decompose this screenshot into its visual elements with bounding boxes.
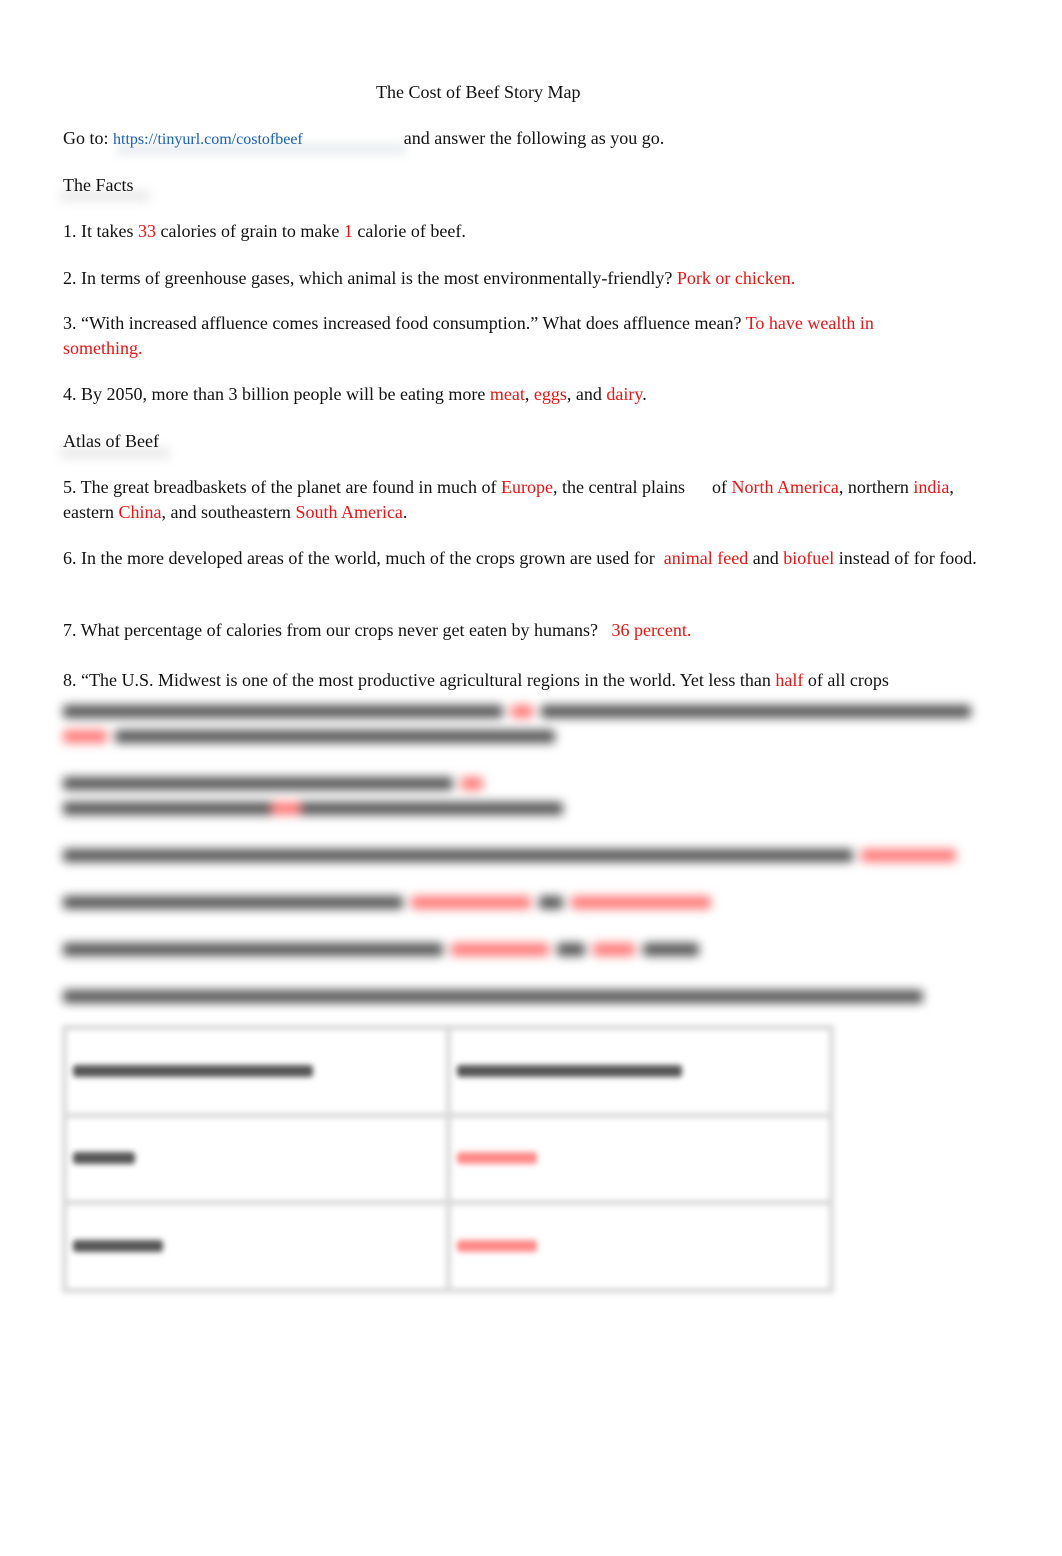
document-title: The Cost of Beef Story Map <box>376 82 581 102</box>
table-cell <box>62 1112 451 1206</box>
question-7: 7. What percentage of calories from our … <box>63 620 692 640</box>
question-1: 1. It takes 33 calories of grain to make… <box>63 221 466 241</box>
table-cell <box>62 1025 451 1118</box>
question-8: 8. “The U.S. Midwest is one of the most … <box>63 670 889 690</box>
table-cell <box>445 1112 834 1206</box>
question-3: 3. “With increased affluence comes incre… <box>63 313 874 358</box>
answer: dairy <box>606 384 643 404</box>
table-row <box>62 1025 834 1118</box>
question-4: 4. By 2050, more than 3 billion people w… <box>63 384 647 404</box>
answer: half <box>775 670 804 690</box>
goto-prefix: Go to: <box>63 128 109 148</box>
answer: China <box>118 502 162 522</box>
table-cell <box>445 1200 834 1293</box>
question-5: 5. The great breadbaskets of the planet … <box>63 477 959 522</box>
question-2: 2. In terms of greenhouse gases, which a… <box>63 268 796 288</box>
answer: Pork or chicken. <box>676 268 796 288</box>
section-heading-facts: The Facts <box>63 175 134 195</box>
section-heading-atlas: Atlas of Beef <box>63 431 159 451</box>
answer: eggs <box>533 384 567 404</box>
table-row <box>62 1112 834 1206</box>
answer: biofuel <box>783 548 835 568</box>
answer: 36 percent. <box>611 620 692 640</box>
answer: meat <box>489 384 525 404</box>
answer: animal feed <box>663 548 749 568</box>
answer: 33 <box>137 221 156 241</box>
answer: Europe <box>501 477 553 497</box>
goto-line: Go to: https://tinyurl.com/costofbeef an… <box>63 128 664 149</box>
question-6: 6. In the more developed areas of the wo… <box>63 548 977 568</box>
table-row <box>62 1200 834 1293</box>
obscured-content <box>63 698 993 1008</box>
table-cell <box>62 1200 451 1293</box>
answer: North America <box>731 477 839 497</box>
table-cell <box>445 1025 834 1118</box>
document-page: The Cost of Beef Story Map Go to: https:… <box>0 0 1062 1556</box>
answer: 1 <box>343 221 353 241</box>
goto-suffix: and answer the following as you go. <box>403 128 665 148</box>
answer: india <box>913 477 950 497</box>
obscured-table <box>62 1025 834 1293</box>
answer: South America <box>295 502 403 522</box>
story-map-link[interactable]: https://tinyurl.com/costofbeef <box>113 131 303 148</box>
